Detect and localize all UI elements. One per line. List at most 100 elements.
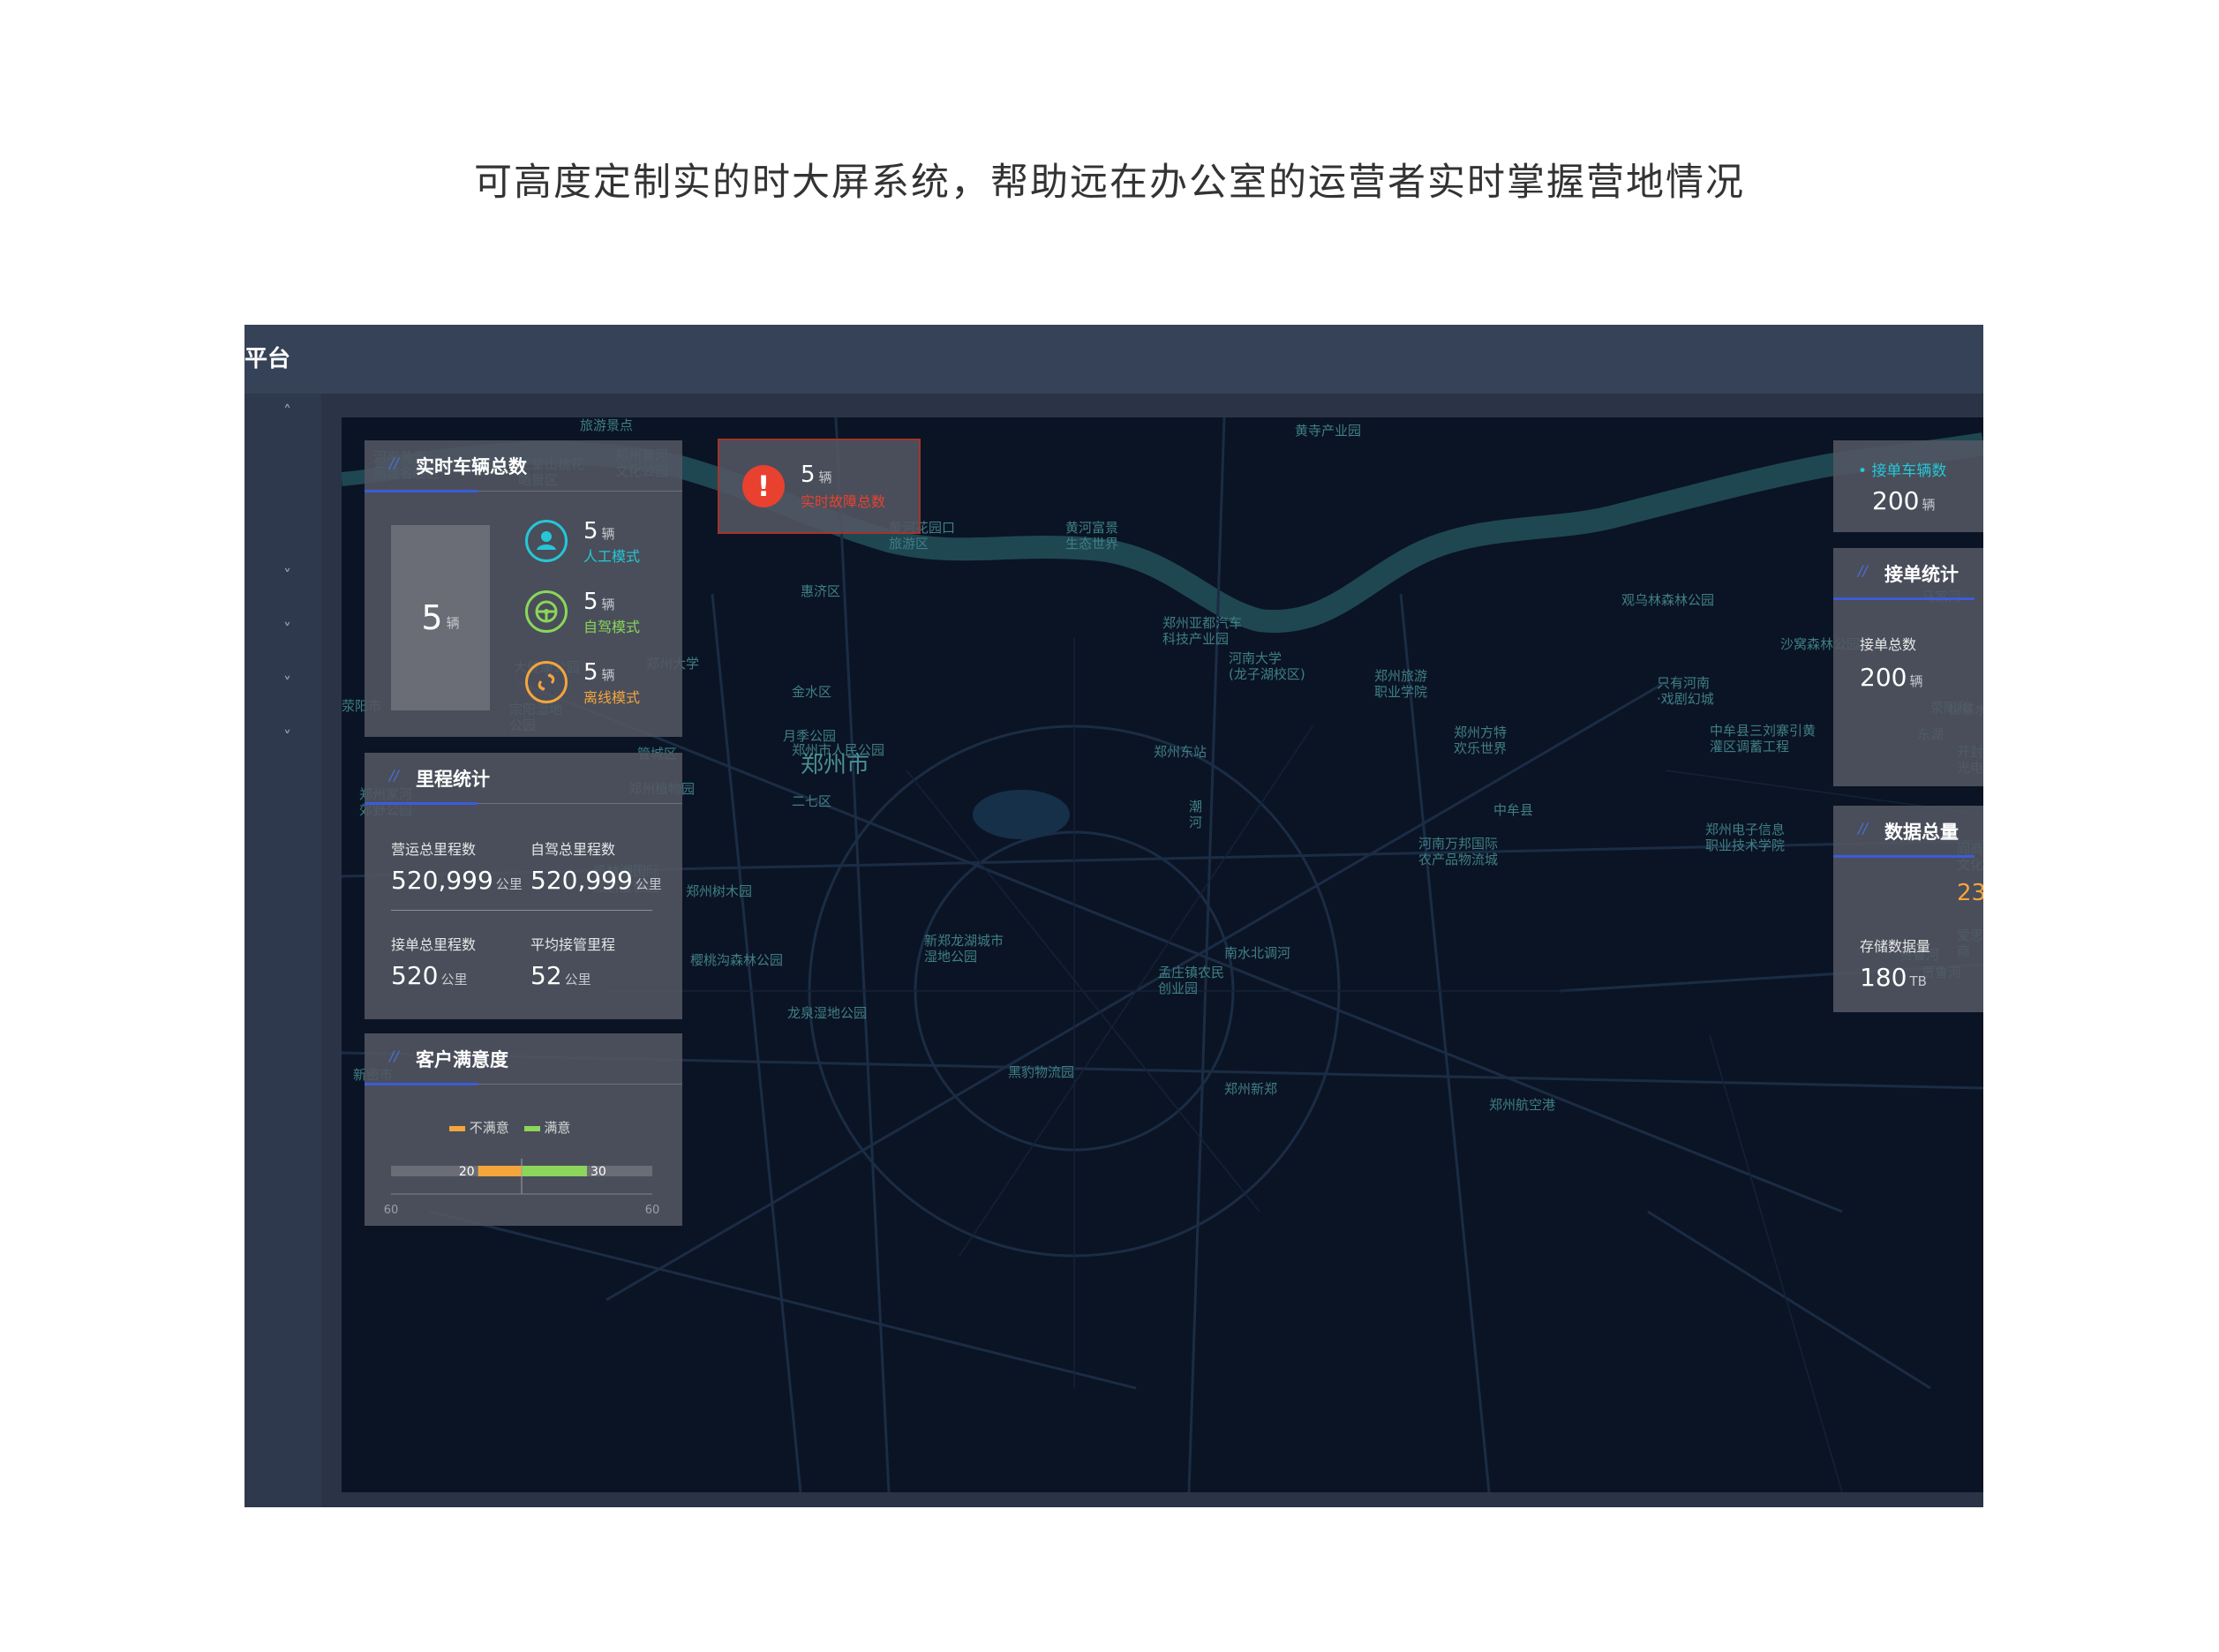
mileage-value-orders: 520 — [391, 961, 439, 990]
map-place-label: 郑州电子信息 职业技术学院 — [1705, 822, 1786, 853]
manual-value: 5 — [583, 518, 598, 544]
title-underline — [1833, 597, 1975, 600]
storage-value: 180 — [1860, 963, 1907, 992]
map-place-label: 孟庄镇农民 创业园 — [1158, 965, 1225, 996]
orders-vehicle-value: 200 — [1872, 486, 1920, 515]
tick-label-min: 60 — [384, 1204, 399, 1217]
data-total-title: 数据总量 — [1884, 822, 1959, 843]
map-place-label: 郑州市 — [801, 752, 870, 778]
page-caption: 可高度定制实的时大屏系统，帮助远在办公室的运营者实时掌握营地情况 — [474, 161, 1745, 205]
map-place-label: 二七区 — [792, 793, 832, 809]
tick-label-max: 60 — [645, 1204, 660, 1217]
map-place-label: 郑州航空港 — [1489, 1097, 1556, 1113]
manual-unit: 辆 — [601, 526, 615, 542]
map-place-label: 中牟县 — [1493, 802, 1534, 818]
order-stats-panel: // 接单统计 接单总数 200 辆 — [1833, 548, 1983, 786]
chevron-down-icon[interactable]: ˅ — [283, 728, 291, 747]
title-deco-icon: // — [389, 1048, 399, 1064]
satisfaction-title: 客户满意度 — [416, 1049, 508, 1070]
order-total-unit: 辆 — [1909, 673, 1923, 689]
storage-label: 存储数据量 — [1860, 938, 1931, 955]
mileage-panel: // 里程统计 营运总里程数 520,999 公里 自驾总里程数 520,999 公… — [365, 753, 682, 1019]
title-underline — [365, 490, 478, 492]
title-deco-icon: // — [389, 767, 399, 784]
auto-unit: 辆 — [601, 597, 615, 612]
title-deco-icon: // — [1858, 820, 1868, 837]
chevron-down-icon[interactable]: ˅ — [283, 620, 291, 639]
mileage-label-operating: 营运总里程数 — [391, 841, 477, 858]
mileage-unit: 公里 — [440, 972, 468, 987]
top-bar: 平台 — [244, 325, 1983, 394]
app-brand-title: 平台 — [244, 346, 291, 372]
mileage-title: 里程统计 — [416, 769, 490, 790]
orders-vehicle-unit: 辆 — [1922, 497, 1936, 513]
map-canvas[interactable]: 旅游景点黄寺产业园河南黄河 风景名胜区三皇山桃花 峪景区郑州黄河 文化公园黄河花… — [342, 417, 1983, 1492]
mileage-value-autodrive: 520,999 — [530, 866, 633, 895]
steering-wheel-icon — [525, 590, 568, 633]
chevron-up-icon[interactable]: ˄ — [283, 402, 291, 421]
mileage-value-operating: 520,999 — [391, 866, 493, 895]
title-divider — [478, 491, 682, 492]
map-place-label: 郑州树木园 — [686, 883, 753, 899]
map-place-label: 樱桃沟森林公园 — [690, 952, 784, 968]
title-underline — [365, 802, 478, 805]
map-place-label: 金水区 — [792, 684, 832, 700]
bar-satisfied — [522, 1166, 587, 1176]
storage-unit: TB — [1909, 973, 1927, 989]
mileage-label-takeover: 平均接管里程 — [530, 936, 616, 953]
map-place-label: 郑州旅游 职业学院 — [1374, 668, 1428, 700]
map-place-label: 郑州新郑 — [1224, 1081, 1278, 1097]
offline-unit: 辆 — [601, 667, 615, 683]
map-place-label: 黑豹物流园 — [1008, 1064, 1075, 1080]
satisfaction-bar-chart: 20 30 60 60 — [384, 1159, 660, 1217]
fault-unit: 辆 — [818, 469, 832, 485]
map-place-label: 中牟县三刘寨引黄 灌区调蓄工程 — [1710, 723, 1817, 755]
order-total-value: 200 — [1860, 663, 1907, 692]
auto-label: 自驾模式 — [583, 619, 641, 635]
mileage-unit: 公里 — [495, 876, 523, 892]
title-deco-icon: // — [1858, 562, 1868, 579]
map-place-label: 郑州亚都汽车 科技产业园 — [1162, 615, 1243, 647]
dashboard-window: 平台 ˄ ˅ ˅ ˅ ˅ 旅游景点 黄寺产业园 黄河花园口 旅游区 黄河富景 生… — [244, 325, 1983, 1507]
data-total-extra: 23 — [1957, 880, 1983, 906]
bar-dissatisfied — [478, 1166, 522, 1176]
title-underline — [1833, 855, 1975, 858]
fault-value: 5 — [801, 462, 816, 488]
mileage-unit: 公里 — [635, 876, 662, 892]
fault-panel[interactable]: ! 5辆 实时故障总数 — [718, 439, 921, 534]
map-place-label: 观乌林森林公园 — [1621, 592, 1715, 608]
map-place-label: 南水北调河 — [1224, 945, 1291, 961]
vehicle-total-unit: 辆 — [446, 614, 460, 631]
map-place-label: 旅游景点 — [580, 417, 634, 433]
sidebar: ˄ ˅ ˅ ˅ ˅ — [244, 394, 321, 1507]
manual-label: 人工模式 — [583, 548, 641, 565]
vehicle-total-value: 5 — [421, 598, 443, 637]
title-deco-icon: // — [389, 454, 399, 471]
map-place-label: 河南万邦国际 农产品物流城 — [1418, 836, 1499, 867]
person-icon — [525, 520, 568, 562]
data-label-satisfied: 30 — [590, 1165, 606, 1179]
auto-value: 5 — [583, 589, 598, 615]
map-place-label: 黄河富景 生态世界 — [1065, 520, 1119, 552]
map-place-label: 龙泉湿地公园 — [787, 1005, 868, 1021]
offline-label: 离线模式 — [583, 689, 641, 706]
offline-value: 5 — [583, 659, 598, 686]
map-place-label: 黄寺产业园 — [1295, 423, 1362, 439]
vehicle-total-box: 5 辆 — [391, 525, 490, 710]
data-total-panel: // 数据总量 23 存储数据量 180 TB — [1833, 806, 1983, 1012]
map-place-label: 郑州方特 欢乐世界 — [1454, 725, 1508, 756]
data-label-dissatisfied: 20 — [459, 1165, 475, 1179]
chevron-down-icon[interactable]: ˅ — [283, 567, 291, 585]
title-divider — [478, 803, 682, 804]
title-underline — [365, 1083, 478, 1085]
chevron-down-icon[interactable]: ˅ — [283, 674, 291, 693]
title-divider — [478, 1084, 682, 1085]
map-place-label: 郑州东站 — [1154, 744, 1207, 760]
vehicle-total-panel: // 实时车辆总数 5 辆 5辆 人工模式 5 辆 自驾模式 5 辆 离线模式 — [365, 440, 682, 737]
orders-vehicle-card: • 接单车辆数 200 辆 — [1833, 440, 1983, 532]
order-stats-title: 接单统计 — [1884, 564, 1959, 585]
map-place-label: 潮 河 — [1189, 799, 1203, 830]
offline-link-icon — [525, 661, 568, 703]
mileage-unit: 公里 — [564, 972, 591, 987]
map-place-label: 新郑龙湖城市 湿地公园 — [924, 933, 1004, 965]
